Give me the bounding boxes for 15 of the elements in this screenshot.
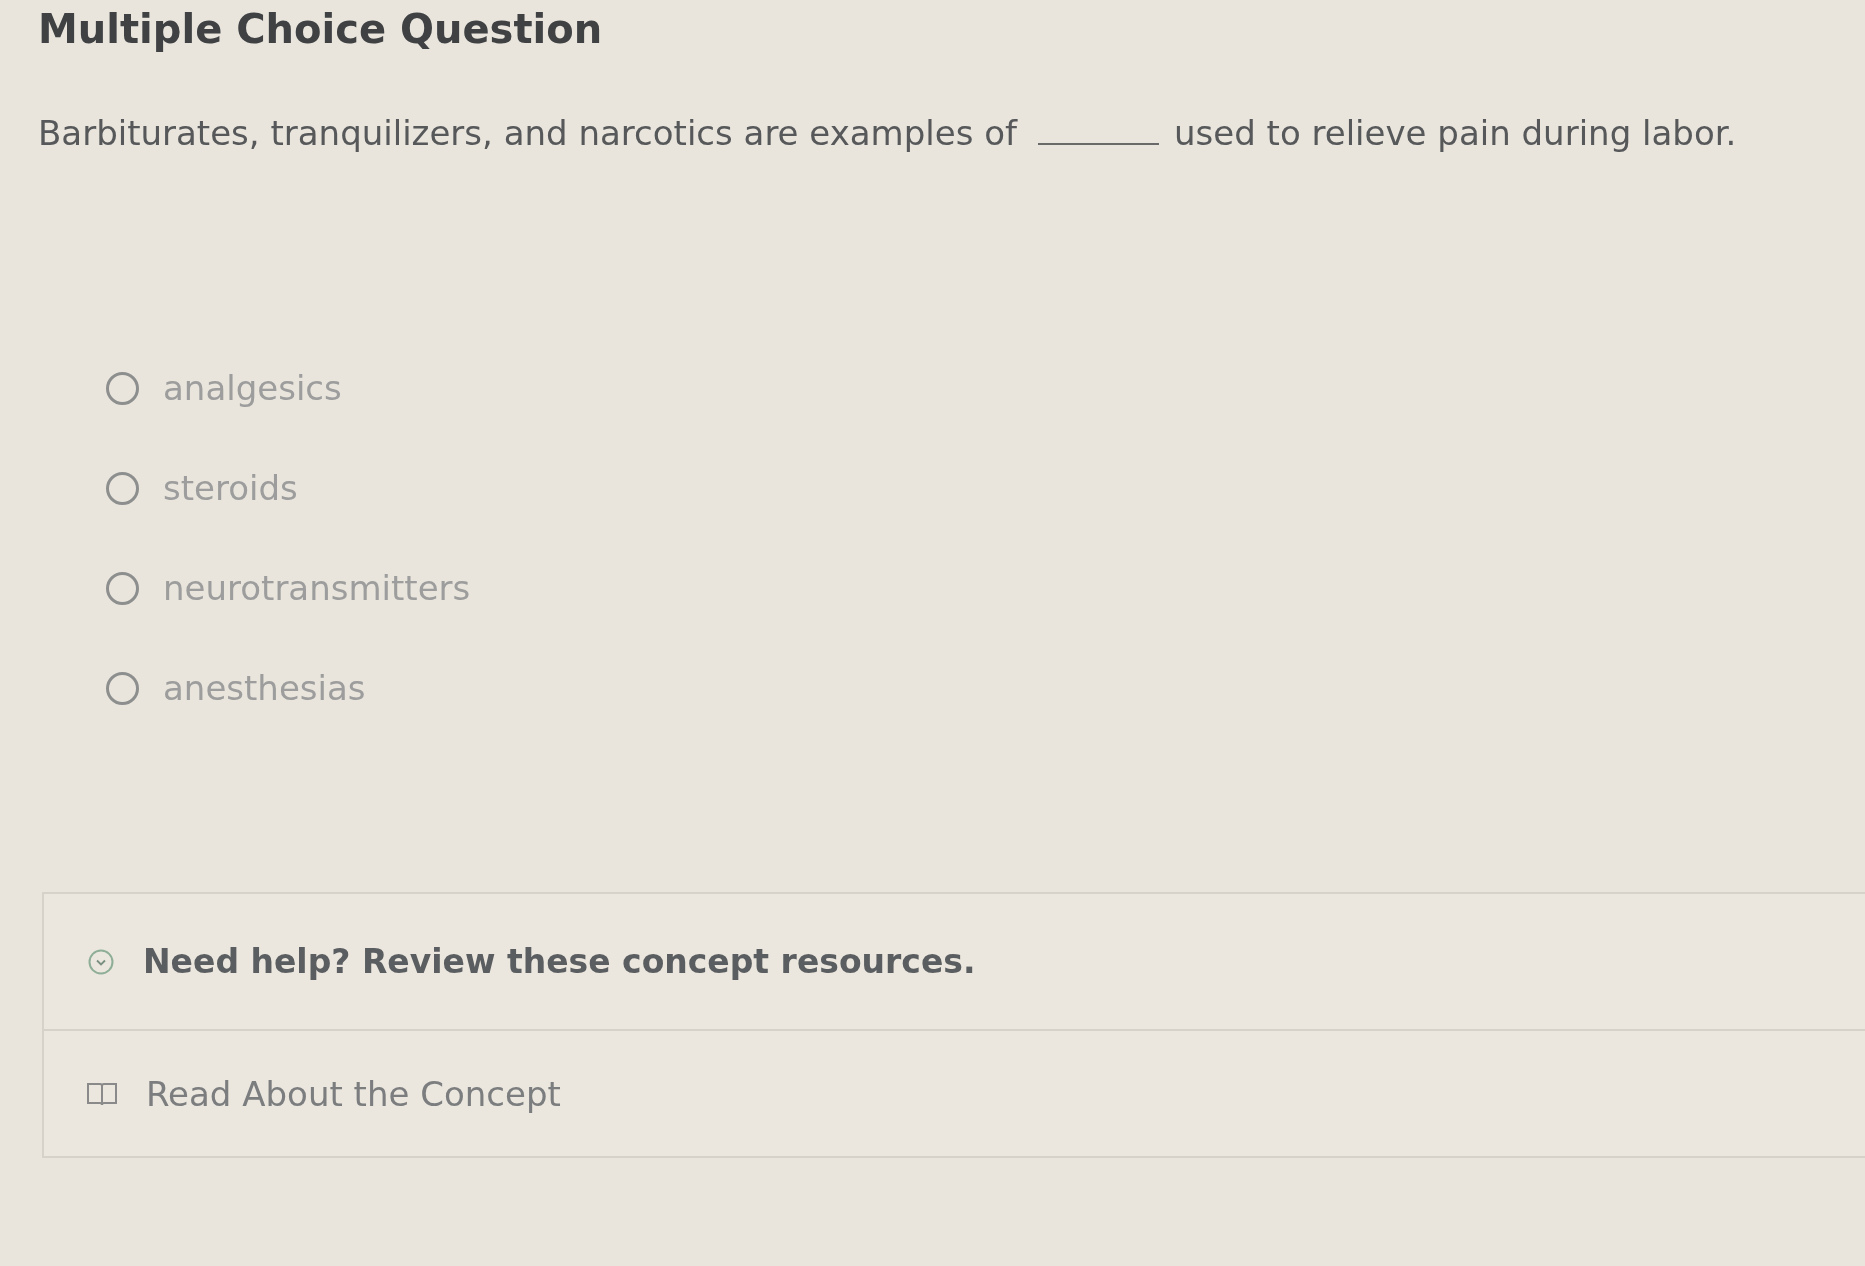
book-icon [86, 1080, 118, 1107]
chevron-down-icon [88, 948, 114, 975]
radio-button[interactable] [106, 671, 139, 705]
question-title: Multiple Choice Question [38, 6, 603, 52]
radio-button[interactable] [106, 571, 139, 605]
question-text: used to relieve pain during labor. [1174, 113, 1737, 153]
option-label[interactable]: neurotransmitters [163, 566, 471, 610]
option-label[interactable]: analgesics [163, 366, 342, 410]
option-label[interactable]: steroids [163, 466, 298, 510]
option-label[interactable]: anesthesias [163, 666, 366, 710]
radio-button[interactable] [106, 371, 139, 405]
help-toggle[interactable]: Need help? Review these concept resources. [88, 941, 976, 982]
resource-link[interactable]: Read About the Concept [86, 1072, 561, 1115]
question-text: Barbiturates, tranquilizers, and narcotics are examples of [38, 113, 1017, 153]
radio-button[interactable] [106, 471, 139, 505]
